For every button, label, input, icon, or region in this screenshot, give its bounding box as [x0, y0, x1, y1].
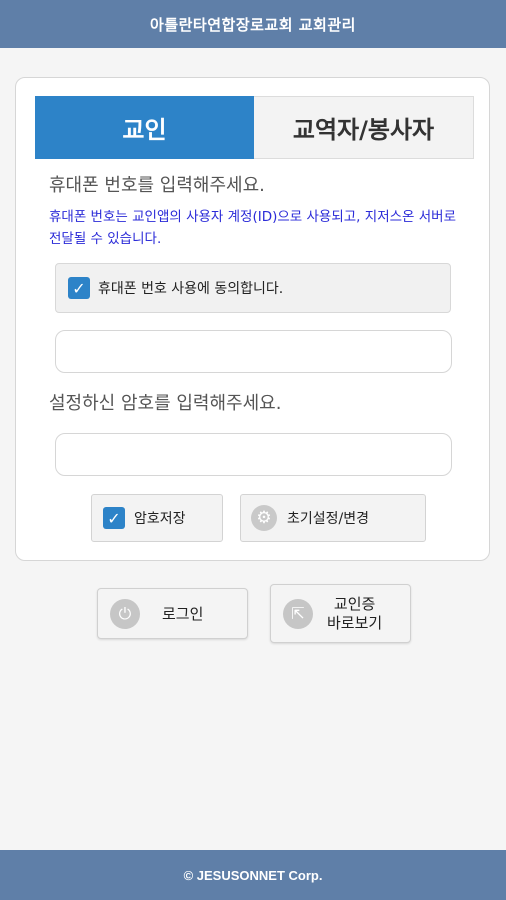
power-icon: ⏻ [110, 598, 140, 629]
member-card-line2: 바로보기 [327, 613, 383, 632]
agree-label: 휴대폰 번호 사용에 동의합니다. [98, 281, 284, 297]
member-card-line1: 교인증 [333, 594, 376, 613]
phone-input[interactable] [55, 330, 452, 373]
checkbox-checked-icon: ✓ [103, 507, 125, 529]
member-card-label: 교인증 바로보기 [327, 595, 382, 633]
reset-change-button[interactable]: ⚙ 초기설정/변경 [240, 494, 426, 542]
reset-change-label: 초기설정/변경 [287, 511, 369, 527]
share-icon: ⇱ [283, 598, 313, 629]
member-card-button[interactable]: ⇱ 교인증 바로보기 [270, 584, 411, 643]
gear-icon: ⚙ [251, 505, 277, 531]
tab-staff-volunteer[interactable]: 교역자/봉사자 [254, 96, 474, 159]
role-tabs: 교인 교역자/봉사자 [35, 96, 474, 159]
login-card: 교인 교역자/봉사자 휴대폰 번호를 입력해주세요. 휴대폰 번호는 교인앱의 … [15, 77, 490, 561]
app-title: 아틀란타연합장로교회 교회관리 [150, 15, 356, 34]
checkbox-checked-icon[interactable]: ✓ [68, 277, 90, 299]
app-header: 아틀란타연합장로교회 교회관리 [0, 0, 506, 48]
phone-label: 휴대폰 번호를 입력해주세요. [49, 175, 265, 196]
phone-notice: 휴대폰 번호는 교인앱의 사용자 계정(ID)으로 사용되고, 지저스온 서버로… [49, 209, 456, 247]
login-label: 로그인 [162, 605, 204, 623]
app-footer: © JESUSONNET Corp. [0, 850, 506, 900]
save-password-label: 암호저장 [134, 511, 186, 527]
password-label: 설정하신 암호를 입력해주세요. [49, 393, 282, 414]
tab-member[interactable]: 교인 [35, 96, 254, 159]
password-input[interactable] [55, 433, 452, 476]
copyright-text: © JESUSONNET Corp. [183, 867, 323, 883]
login-button[interactable]: ⏻ 로그인 [97, 588, 248, 639]
save-password-checkbox[interactable]: ✓ 암호저장 [91, 494, 223, 542]
agree-checkbox-row[interactable]: ✓ 휴대폰 번호 사용에 동의합니다. [55, 263, 451, 313]
